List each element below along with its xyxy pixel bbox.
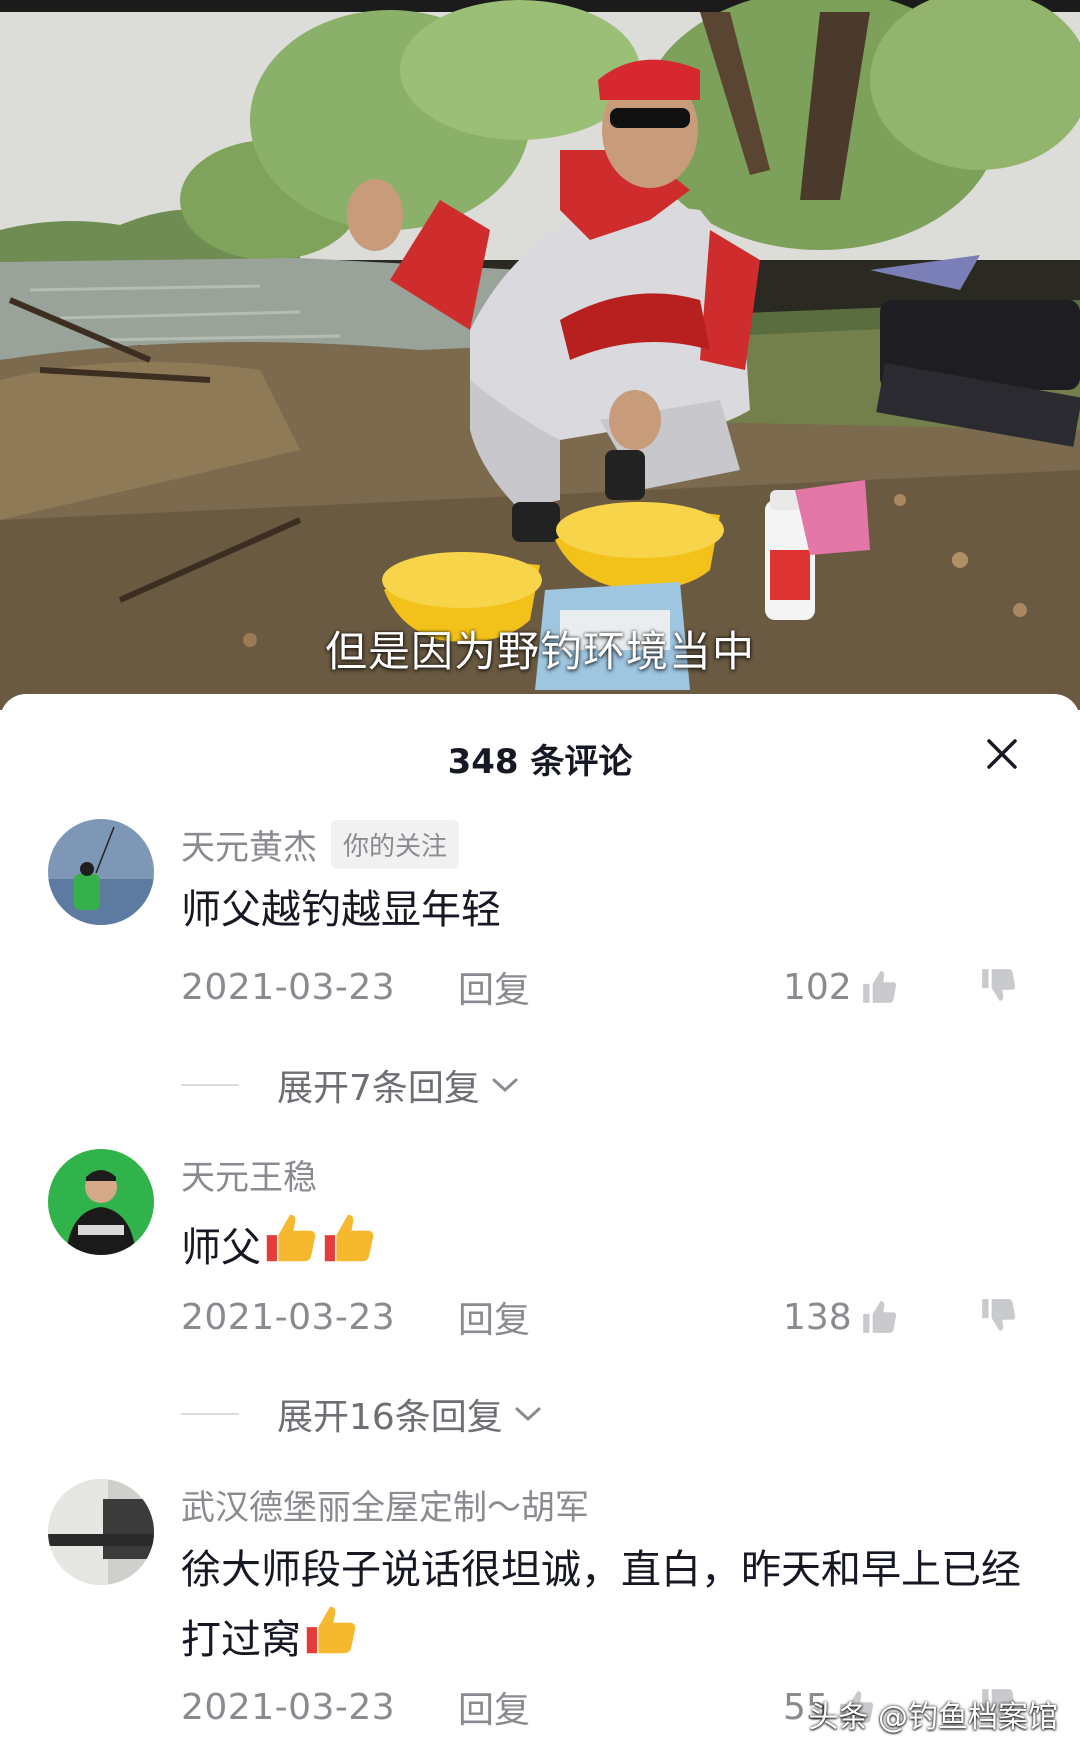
thumbs-down-icon (982, 1299, 1016, 1331)
comments-sheet: 348 条评论 天元黄杰 你的关注 师父越钓越显年轻 2021-03-23 回复… (0, 694, 1080, 1752)
comment-meta: 2021-03-23 回复 138 (181, 1292, 1041, 1342)
expand-replies-label: 展开7条回复 (277, 1068, 480, 1109)
app-screen: 但是因为野钓环境当中 348 条评论 天元黄杰 你的关注 师父越钓越显年轻 20… (0, 0, 1080, 1752)
chevron-down-icon (515, 1407, 541, 1422)
like-count: 138 (783, 1296, 852, 1338)
video-player[interactable]: 但是因为野钓环境当中 (0, 0, 1080, 710)
avatar[interactable] (48, 1149, 154, 1255)
expand-replies-button[interactable]: 展开7条回复 (181, 1060, 520, 1110)
comment-date: 2021-03-23 (181, 1296, 396, 1338)
avatar-image (48, 1149, 154, 1255)
comment-meta: 2021-03-23 回复 102 (181, 962, 1041, 1012)
comment-text: 师父 (181, 1225, 261, 1271)
comments-header: 348 条评论 (0, 694, 1080, 820)
chevron-down-icon (492, 1078, 518, 1093)
comment-text: 师父越钓越显年轻 (181, 887, 501, 933)
thumbs-down-icon (982, 969, 1016, 1001)
dislike-button[interactable] (979, 1296, 1017, 1338)
divider-line (181, 1084, 239, 1086)
following-badge: 你的关注 (331, 819, 460, 869)
expand-replies-button[interactable]: 展开16条回复 (181, 1389, 543, 1439)
comment-text-row: 徐大师段子说话很坦诚，直白，昨天和早上已经打过窝 (181, 1539, 1021, 1671)
thumbs-up-icon (862, 1301, 896, 1333)
thumbs-up-emoji-icon (324, 1214, 374, 1262)
like-count: 102 (783, 966, 852, 1008)
comment-username[interactable]: 天元王稳 (181, 1150, 317, 1199)
avatar-image (48, 819, 154, 925)
close-icon (987, 739, 1017, 769)
comment-text-row: 师父 (181, 1209, 1021, 1279)
divider-line (181, 1413, 239, 1415)
close-button[interactable] (982, 734, 1022, 774)
reply-button[interactable]: 回复 (458, 1291, 530, 1343)
comment-username[interactable]: 天元黄杰 (181, 820, 317, 869)
like-button[interactable]: 138 (783, 1292, 898, 1342)
reply-button[interactable]: 回复 (458, 961, 530, 1013)
watermark: 头条 @钓鱼档案馆 (808, 1700, 1058, 1735)
thumbs-up-icon (862, 971, 896, 1003)
avatar[interactable] (48, 1479, 154, 1585)
expand-replies-label: 展开16条回复 (277, 1397, 503, 1438)
video-subtitle: 但是因为野钓环境当中 (324, 627, 755, 676)
avatar-image (48, 1479, 154, 1585)
thumbs-up-emoji-icon (266, 1214, 316, 1262)
reply-button[interactable]: 回复 (458, 1681, 530, 1733)
dislike-button[interactable] (979, 966, 1017, 1008)
comment-date: 2021-03-23 (181, 966, 396, 1008)
comment-username[interactable]: 武汉德堡丽全屋定制～胡军 (181, 1480, 589, 1529)
comments-count-title: 348 条评论 (447, 742, 633, 782)
comment-date: 2021-03-23 (181, 1686, 396, 1728)
like-button[interactable]: 102 (783, 962, 898, 1012)
video-frame (0, 0, 1080, 710)
thumbs-up-emoji-icon (306, 1606, 356, 1654)
avatar[interactable] (48, 819, 154, 925)
